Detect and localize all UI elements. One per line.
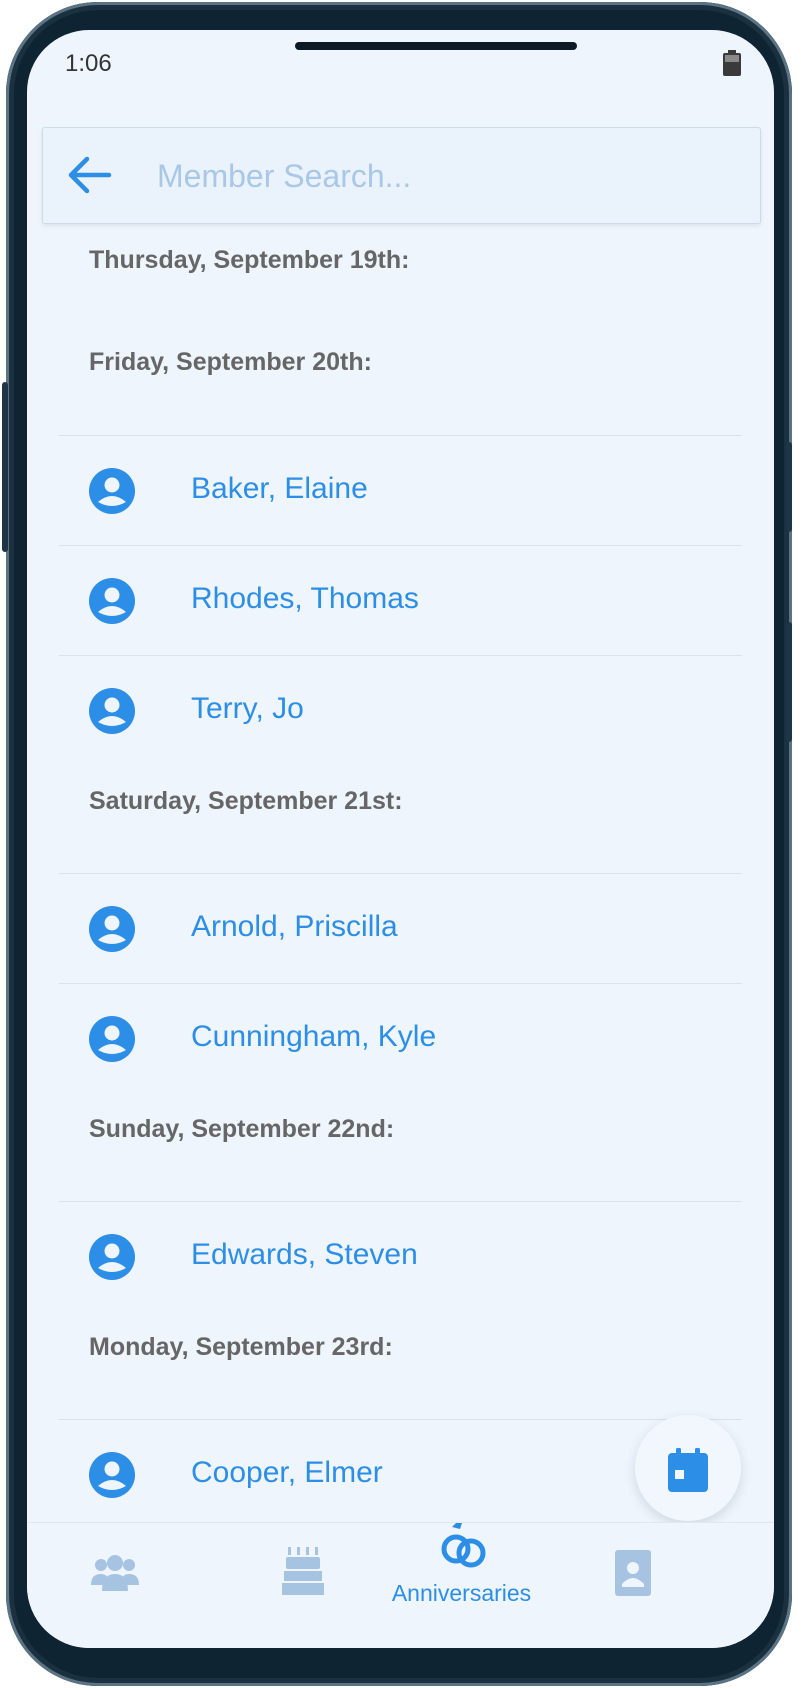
list-item[interactable]: Edwards, Steven (59, 1202, 742, 1311)
person-icon (89, 578, 135, 624)
date-header: Monday, September 23rd: (59, 1311, 742, 1420)
bottom-navigation: Anniversaries (27, 1522, 774, 1648)
anniversary-list: Thursday, September 19th: Friday, Septem… (27, 223, 774, 1529)
nav-members[interactable] (27, 1523, 214, 1648)
list-item[interactable]: Rhodes, Thomas (59, 546, 742, 656)
birthday-cake-icon (282, 1547, 324, 1595)
member-name: Baker, Elaine (191, 472, 368, 505)
member-name: Terry, Jo (191, 692, 304, 725)
person-icon (89, 1234, 135, 1280)
status-time: 1:06 (65, 50, 112, 77)
member-name: Cunningham, Kyle (191, 1020, 437, 1053)
nav-label-anniversaries: Anniversaries (391, 1580, 532, 1606)
date-header: Sunday, September 22nd: (59, 1093, 742, 1202)
list-item[interactable]: Cunningham, Kyle (59, 984, 742, 1093)
nav-directory[interactable] (587, 1523, 774, 1648)
date-header: Friday, September 20th: (59, 325, 742, 436)
search-input[interactable] (155, 146, 719, 206)
date-header: Thursday, September 19th: (89, 246, 410, 274)
member-name: Arnold, Priscilla (191, 910, 398, 943)
calendar-fab-button[interactable] (635, 1415, 741, 1521)
members-icon (91, 1555, 139, 1591)
member-name: Rhodes, Thomas (191, 582, 419, 615)
person-icon (89, 688, 135, 734)
search-bar (42, 127, 761, 224)
date-header: Saturday, September 21st: (59, 765, 742, 874)
calendar-icon (668, 1448, 708, 1492)
member-name: Edwards, Steven (191, 1238, 418, 1271)
contact-card-icon (615, 1550, 651, 1596)
battery-icon (723, 50, 741, 76)
person-icon (89, 1016, 135, 1062)
person-icon (89, 906, 135, 952)
nav-anniversaries[interactable]: Anniversaries (368, 1523, 555, 1648)
side-button (786, 622, 792, 742)
notch (295, 42, 577, 50)
app-screen: 1:06 Thursday, September 19th: Friday, S… (27, 30, 774, 1648)
member-name: Cooper, Elmer (191, 1456, 383, 1489)
rings-icon (441, 1523, 486, 1568)
person-icon (89, 1452, 135, 1498)
power-button (786, 442, 792, 532)
volume-button (2, 382, 8, 552)
person-icon (89, 468, 135, 514)
list-item[interactable]: Baker, Elaine (59, 436, 742, 546)
back-arrow-icon[interactable] (67, 154, 113, 196)
list-item[interactable]: Arnold, Priscilla (59, 874, 742, 984)
list-item[interactable]: Terry, Jo (59, 656, 742, 765)
